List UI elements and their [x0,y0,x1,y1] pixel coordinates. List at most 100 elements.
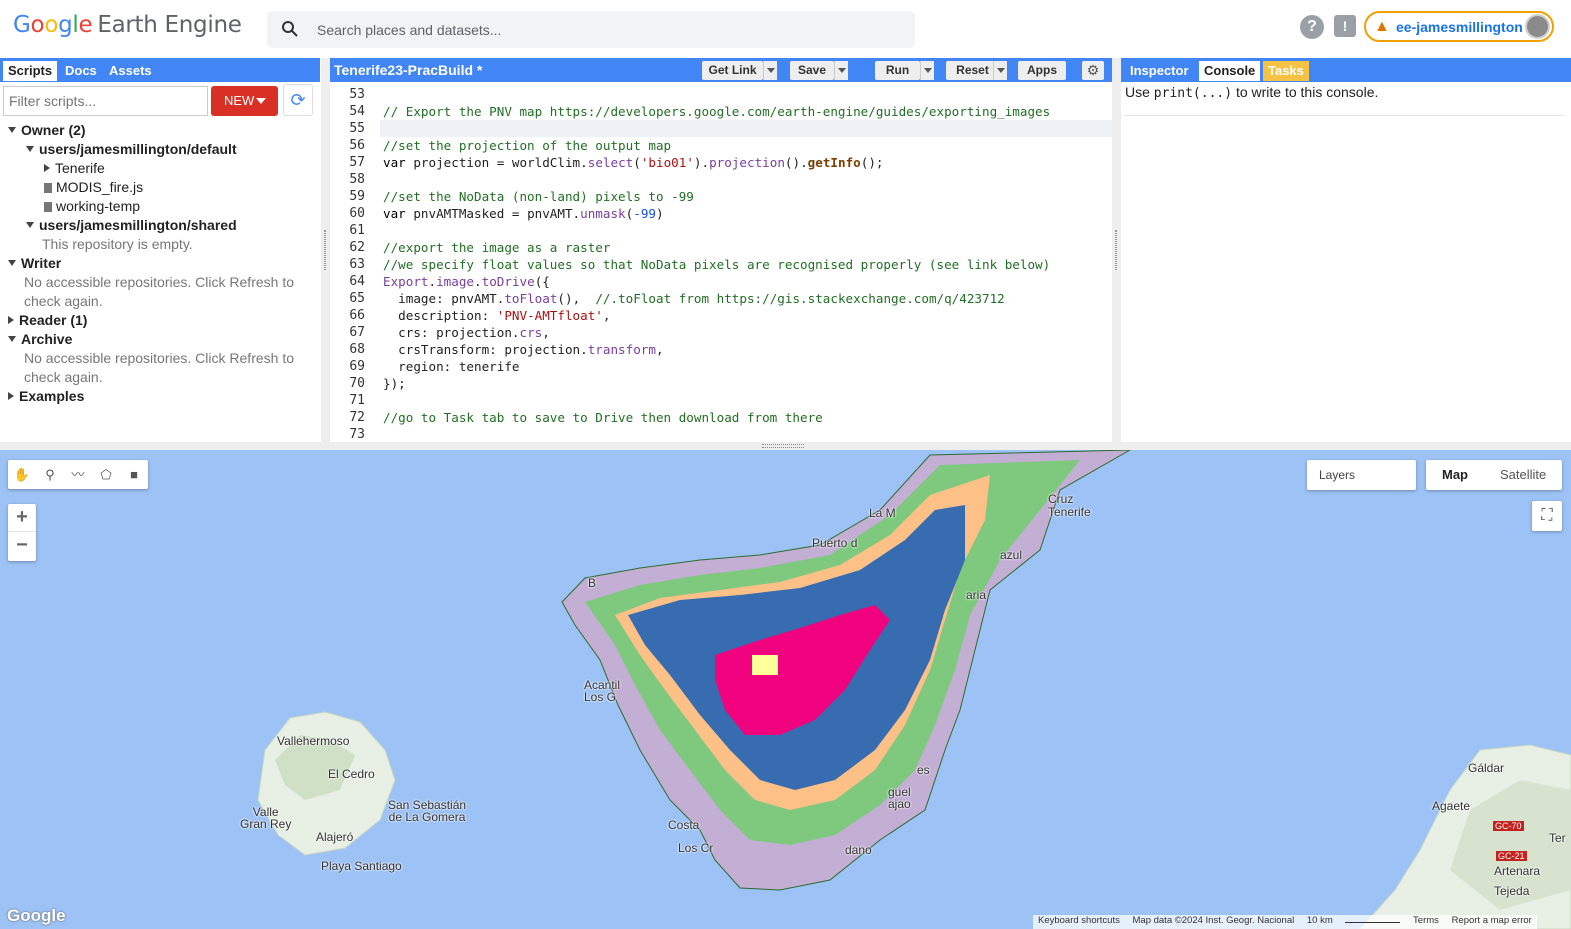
label-san-sebastian: San Sebastián de La Gomera [388,798,467,824]
left-splitter[interactable] [321,58,330,442]
code-line-59[interactable]: //set the NoData (non-land) pixels to -9… [383,189,694,204]
tree-shared-repo[interactable]: users/jamesmillington/shared [26,217,237,233]
tree-owner[interactable]: Owner (2) [8,122,86,138]
apps-button[interactable]: Apps [1018,61,1066,80]
run-dropdown[interactable] [920,61,934,80]
map-canvas [257,450,1571,929]
editor-toolbar: Tenerife23-PracBuild * Get Link Save Run… [330,58,1112,82]
get-link-dropdown[interactable] [763,61,777,80]
code-line-56[interactable]: //set the projection of the output map [383,138,671,153]
archive-message-2: check again. [24,369,103,385]
report-error-link[interactable]: Report a map error [1452,915,1532,926]
label-dano: dano [845,843,872,857]
hand-icon[interactable]: ✋ [12,465,32,485]
label-azul: azul [1000,548,1023,562]
code-line-68[interactable]: crsTransform: projection.transform, [383,342,663,357]
label-galdar: Gáldar [1468,761,1505,775]
avatar[interactable] [1525,14,1550,39]
reset-button[interactable]: Reset [946,61,999,80]
rectangle-icon[interactable]: ■ [124,465,144,485]
tab-scripts[interactable]: Scripts [3,61,58,81]
tab-docs[interactable]: Docs [60,61,102,81]
tree-tenerife-folder[interactable]: Tenerife [44,160,105,176]
tab-assets[interactable]: Assets [104,61,157,81]
label-valle-gran-rey: Valle Gran Rey [240,805,292,831]
code-line-65[interactable]: image: pnvAMT.toFloat(), //.toFloat from… [383,291,1005,306]
right-splitter[interactable] [1112,58,1121,442]
scripts-panel: Scripts Docs Assets NEW ⟳ Owner (2) user… [0,58,320,442]
earth-engine-logo[interactable]: Google Earth Engine [13,12,242,38]
map-data-text: Map data ©2024 Inst. Geogr. Nacional [1132,915,1295,926]
label-puerto: Puerto d [812,536,858,550]
map-type-control: Map Satellite [1426,460,1562,490]
code-line-64[interactable]: Export.image.toDrive({ [383,274,550,289]
warning-icon: ▲ [1374,18,1390,35]
writer-message-2: check again. [24,293,103,309]
save-button[interactable]: Save [790,61,834,80]
chevron-down-icon [26,222,34,228]
zoom-control: + − [8,504,36,561]
code-line-72[interactable]: //go to Task tab to save to Drive then d… [383,410,823,425]
code-line-70[interactable]: }); [383,376,406,391]
code-line-66[interactable]: description: 'PNV-AMTfloat', [383,308,610,323]
code-line-63[interactable]: //we specify float values so that NoData… [383,257,1050,272]
label-artenara: Artenara [1494,864,1541,878]
tree-file-working[interactable]: working-temp [44,198,140,214]
map-splitter[interactable] [0,442,1571,450]
tree-archive[interactable]: Archive [8,331,72,347]
tree-file-modis[interactable]: MODIS_fire.js [44,179,143,195]
tree-writer[interactable]: Writer [8,255,61,271]
label-santa-cruz: Cruz Tenerife [1048,492,1091,519]
zoom-in-button[interactable]: + [8,504,36,532]
label-alajero: Alajeró [316,830,354,844]
new-button[interactable]: NEW [211,86,278,116]
line-icon[interactable]: 〰 [68,465,88,485]
map-type-map[interactable]: Map [1442,460,1468,490]
refresh-icon[interactable]: ⟳ [283,84,313,116]
tree-examples[interactable]: Examples [8,388,84,404]
console-panel: Inspector Console Tasks Use print(...) t… [1121,58,1571,442]
search-box[interactable] [267,11,915,48]
gear-icon[interactable]: ⚙ [1082,61,1104,80]
map-attribution: Keyboard shortcuts Map data ©2024 Inst. … [1033,915,1537,929]
drawing-tools: ✋ ⚲ 〰 ⬠ ■ [8,460,148,489]
file-icon [44,183,52,193]
code-line-60[interactable]: var pnvAMTMasked = pnvAMT.unmask(-99) [383,206,664,221]
save-dropdown[interactable] [834,61,848,80]
layers-button[interactable]: Layers [1307,460,1416,490]
label-ter: Ter [1549,831,1566,845]
road-gc70: GC-70 [1493,821,1524,831]
help-icon[interactable]: ? [1300,15,1324,39]
fullscreen-icon[interactable]: ⛶ [1532,501,1562,531]
label-vallehermoso: Vallehermoso [277,734,350,748]
marker-icon[interactable]: ⚲ [40,465,60,485]
code-line-57[interactable]: var projection = worldClim.select('bio01… [383,155,883,170]
tab-console[interactable]: Console [1199,61,1261,81]
code-line-69[interactable]: region: tenerife [383,359,519,374]
code-line-62[interactable]: //export the image as a raster [383,240,610,255]
label-b: B [588,576,597,590]
code-line-54[interactable]: // Export the PNV map https://developers… [383,104,1050,119]
feedback-icon[interactable]: ! [1334,15,1356,37]
chevron-right-icon [8,316,14,324]
polygon-icon[interactable]: ⬠ [96,465,116,485]
map-type-satellite[interactable]: Satellite [1500,460,1546,490]
keyboard-shortcuts-link[interactable]: Keyboard shortcuts [1038,915,1120,926]
search-input[interactable] [317,11,897,48]
script-title[interactable]: Tenerife23-PracBuild * [334,62,482,78]
zoom-out-button[interactable]: − [8,532,36,560]
account-chip[interactable]: ▲ ee-jamesmillington [1364,11,1554,42]
tree-reader[interactable]: Reader (1) [8,312,87,328]
get-link-button[interactable]: Get Link [702,61,763,80]
filter-scripts-input[interactable] [3,86,208,116]
tab-inspector[interactable]: Inspector [1125,61,1194,81]
code-line-67[interactable]: crs: projection.crs, [383,325,550,340]
run-button[interactable]: Run [875,61,920,80]
line-gutter: 53 54 55 56 57 58 59 60 61 62 63 64 65 6… [330,84,380,442]
tree-default-repo[interactable]: users/jamesmillington/default [26,141,237,157]
reset-dropdown[interactable] [993,61,1007,80]
terms-link[interactable]: Terms [1413,915,1439,926]
label-guel: guel ajao [888,785,911,811]
map-view[interactable]: Vallehermoso El Cedro Valle Gran Rey San… [0,450,1571,929]
tab-tasks[interactable]: Tasks [1263,61,1309,81]
